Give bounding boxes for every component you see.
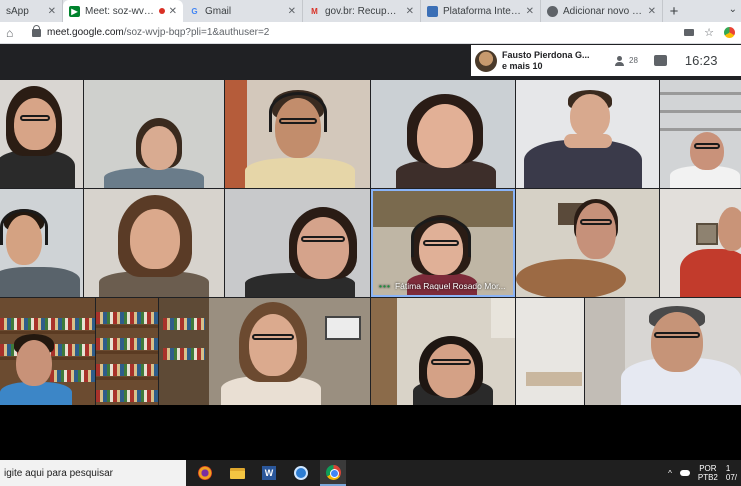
chrome-button[interactable] bbox=[320, 460, 346, 486]
tab-govbr[interactable]: M gov.br: Recuperação de ✕ bbox=[303, 0, 421, 22]
video-tile[interactable] bbox=[159, 298, 370, 405]
taskbar: igite aqui para pesquisar W ^ POR PTB2 10… bbox=[0, 460, 741, 486]
video-tile[interactable] bbox=[371, 298, 515, 405]
chrome-icon bbox=[325, 464, 341, 480]
tray-time: 1 bbox=[725, 464, 731, 473]
extension-icon[interactable] bbox=[724, 27, 735, 38]
gmail-icon: M bbox=[311, 6, 318, 16]
address-bar[interactable]: meet.google.com/soz-wvjp-bqp?pli=1&authu… bbox=[47, 27, 684, 38]
close-tab-icon[interactable]: ✕ bbox=[169, 6, 177, 17]
onedrive-icon[interactable] bbox=[679, 470, 690, 476]
video-tile[interactable] bbox=[371, 80, 515, 188]
video-tile[interactable] bbox=[84, 189, 224, 297]
tab-strip: sApp ✕ ▶ Meet: soz-wvjp-bq ✕ G Gmail ✕ M… bbox=[0, 0, 741, 22]
tab-gmail[interactable]: G Gmail ✕ bbox=[183, 0, 303, 22]
tray-date: 07/ bbox=[725, 473, 737, 482]
video-tile[interactable] bbox=[225, 189, 370, 297]
video-tile[interactable] bbox=[660, 80, 741, 188]
new-tab-button[interactable]: + bbox=[663, 0, 685, 22]
folder-icon bbox=[229, 467, 245, 479]
lang-line1: POR bbox=[699, 464, 717, 473]
network-app-button[interactable] bbox=[288, 460, 314, 486]
word-button[interactable]: W bbox=[256, 460, 282, 486]
presenter-more: e mais 10 bbox=[502, 60, 543, 71]
home-icon[interactable]: ⌂ bbox=[6, 26, 24, 40]
recording-dot-icon bbox=[158, 8, 165, 14]
participants-button[interactable]: 28 bbox=[615, 55, 638, 66]
lang-line2: PTB2 bbox=[697, 473, 718, 482]
chat-icon[interactable] bbox=[653, 55, 667, 66]
speaker-tile[interactable]: ••• Fátima Raquel Rosado Mor... bbox=[371, 189, 515, 297]
tab-whatsapp[interactable]: sApp ✕ bbox=[0, 0, 63, 22]
speaker-name: Fátima Raquel Rosado Mor... bbox=[394, 281, 506, 291]
close-tab-icon[interactable]: ✕ bbox=[48, 6, 56, 17]
video-tile[interactable] bbox=[660, 189, 741, 297]
cortana-icon bbox=[198, 466, 212, 480]
presenter-chip[interactable]: Fausto Pierdona G... e mais 10 bbox=[471, 45, 605, 76]
system-tray: ^ POR PTB2 1 07/ bbox=[668, 460, 741, 486]
close-tab-icon[interactable]: ✕ bbox=[406, 6, 414, 17]
cortana-button[interactable] bbox=[192, 460, 218, 486]
tab-plataforma[interactable]: Plataforma Íntegra - Co ✕ bbox=[421, 0, 541, 22]
tab-title: Gmail bbox=[205, 5, 232, 17]
meet-controls: 28 16:23 bbox=[605, 45, 741, 76]
camera-in-use-icon[interactable] bbox=[684, 29, 695, 36]
tab-title: Adicionar novo post ‹ I bbox=[563, 5, 644, 17]
tab-title: sApp bbox=[6, 5, 29, 17]
video-tile[interactable] bbox=[0, 80, 83, 188]
video-tile[interactable] bbox=[0, 189, 83, 297]
meet-bottom-area bbox=[0, 405, 741, 460]
tray-expand-icon[interactable]: ^ bbox=[668, 469, 672, 478]
close-tab-icon[interactable]: ✕ bbox=[288, 6, 296, 17]
tray-clock[interactable]: 1 07/ bbox=[726, 464, 737, 482]
tab-wordpress[interactable]: Adicionar novo post ‹ I ✕ bbox=[541, 0, 663, 22]
participant-count: 28 bbox=[629, 56, 638, 65]
people-icon bbox=[615, 55, 627, 66]
participant-name-label: ••• Fátima Raquel Rosado Mor... bbox=[379, 281, 506, 291]
avatar bbox=[475, 49, 497, 72]
wordpress-icon bbox=[547, 5, 558, 17]
search-placeholder: igite aqui para pesquisar bbox=[4, 467, 113, 479]
video-grid: ••• Fátima Raquel Rosado Mor... bbox=[0, 80, 741, 405]
close-tab-icon[interactable]: ✕ bbox=[648, 6, 656, 17]
meet-icon: ▶ bbox=[69, 5, 80, 17]
file-explorer-button[interactable] bbox=[224, 460, 250, 486]
tab-title: Plataforma Íntegra - Co bbox=[443, 5, 522, 17]
tab-meet[interactable]: ▶ Meet: soz-wvjp-bq ✕ bbox=[63, 0, 183, 22]
bookmark-star-icon[interactable]: ☆ bbox=[704, 26, 714, 39]
video-tile[interactable] bbox=[516, 189, 659, 297]
presenter-name: Fausto Pierdona G... bbox=[502, 49, 590, 60]
video-tile[interactable] bbox=[585, 298, 741, 405]
speaking-indicator-icon: ••• bbox=[379, 281, 391, 291]
google-icon: G bbox=[191, 6, 198, 16]
tab-title: Meet: soz-wvjp-bq bbox=[85, 5, 155, 17]
video-tile[interactable] bbox=[0, 298, 95, 405]
video-tile[interactable] bbox=[516, 80, 659, 188]
tab-title: gov.br: Recuperação de bbox=[325, 5, 402, 17]
taskbar-search-input[interactable]: igite aqui para pesquisar bbox=[0, 460, 186, 486]
platform-icon bbox=[427, 5, 438, 17]
close-tab-icon[interactable]: ✕ bbox=[526, 6, 534, 17]
url-path: /soz-wvjp-bqp?pli=1&authuser=2 bbox=[123, 27, 270, 38]
address-bar-row: ⌂ meet.google.com/soz-wvjp-bqp?pli=1&aut… bbox=[0, 22, 741, 44]
meeting-clock: 16:23 bbox=[684, 53, 718, 68]
video-tile[interactable] bbox=[96, 298, 158, 405]
video-tile[interactable] bbox=[84, 80, 224, 188]
input-language[interactable]: POR PTB2 bbox=[698, 464, 718, 482]
video-tile[interactable] bbox=[516, 298, 584, 405]
word-icon: W bbox=[262, 466, 276, 480]
globe-icon bbox=[294, 466, 308, 480]
tab-search-chevron-icon[interactable]: ⌄ bbox=[729, 4, 737, 15]
url-host: meet.google.com bbox=[47, 27, 124, 38]
video-tile[interactable] bbox=[225, 80, 370, 188]
lock-icon[interactable] bbox=[32, 24, 41, 37]
